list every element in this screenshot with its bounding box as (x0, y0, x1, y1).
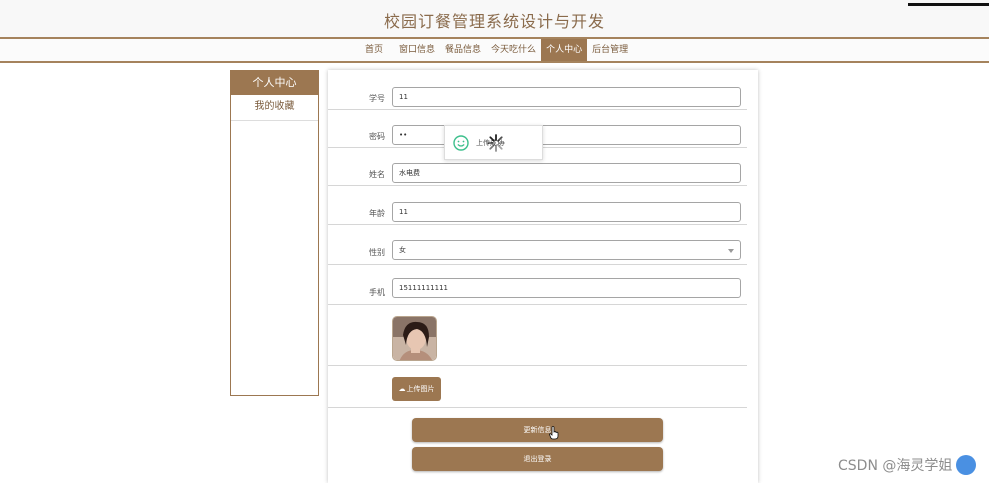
upload-image-button[interactable]: ☁上传图片 (392, 377, 441, 401)
nav-item-personal-center[interactable]: 个人中心 (541, 39, 588, 61)
form-row-avatar (328, 305, 747, 366)
sidebar-item-favorites[interactable]: 我的收藏 (231, 95, 318, 121)
cloud-upload-icon: ☁ (398, 385, 406, 393)
nav-item-meal-info[interactable]: 餐品信息 (440, 39, 486, 61)
nav-item-admin[interactable]: 后台管理 (587, 39, 633, 61)
avatar-image (392, 316, 437, 361)
gender-value: 女 (399, 246, 406, 254)
nav-item-home[interactable]: 首页 (360, 39, 388, 61)
form-row-age: 年龄 11 (328, 186, 747, 225)
student-id-label: 学号 (369, 94, 385, 103)
profile-form: 学号 11 密码 •• 姓名 水电费 年龄 11 性别 女 手机 1511111… (328, 70, 758, 483)
phone-field[interactable]: 15111111111 (392, 278, 741, 298)
age-field[interactable]: 11 (392, 202, 741, 222)
form-row-student-id: 学号 11 (328, 70, 747, 110)
password-label: 密码 (369, 132, 385, 141)
nav-item-what-to-eat[interactable]: 今天吃什么 (486, 39, 541, 61)
sidebar-title[interactable]: 个人中心 (231, 71, 318, 95)
gender-label: 性别 (369, 248, 385, 257)
update-info-button[interactable]: 更新信息 (412, 418, 663, 442)
corner-bar (908, 3, 989, 6)
site-title: 校园订餐管理系统设计与开发 (383, 12, 605, 31)
phone-label: 手机 (369, 288, 385, 297)
upload-success-toast: 上传成功 (444, 125, 543, 160)
gender-select[interactable]: 女 (392, 240, 741, 260)
student-id-field[interactable]: 11 (392, 87, 741, 107)
form-row-phone: 手机 15111111111 (328, 265, 747, 305)
sidebar: 个人中心 我的收藏 (230, 70, 319, 396)
name-label: 姓名 (369, 170, 385, 179)
hand-cursor-icon (549, 426, 559, 440)
loading-spinner-icon (487, 134, 505, 152)
main-nav: 首页 窗口信息 餐品信息 今天吃什么 个人中心 后台管理 (0, 37, 989, 63)
form-row-upload (328, 366, 747, 408)
name-field[interactable]: 水电费 (392, 163, 741, 183)
form-row-gender: 性别 女 (328, 225, 747, 265)
watermark-text: CSDN @海灵学姐 (838, 458, 953, 474)
logout-button[interactable]: 退出登录 (412, 447, 663, 471)
upload-image-label: 上传图片 (406, 385, 435, 393)
watermark-badge-icon (956, 455, 976, 475)
smile-icon (453, 135, 469, 151)
age-label: 年龄 (369, 209, 385, 218)
nav-item-window-info[interactable]: 窗口信息 (394, 39, 440, 61)
site-header: 校园订餐管理系统设计与开发 (0, 0, 989, 37)
chevron-down-icon (728, 249, 734, 253)
